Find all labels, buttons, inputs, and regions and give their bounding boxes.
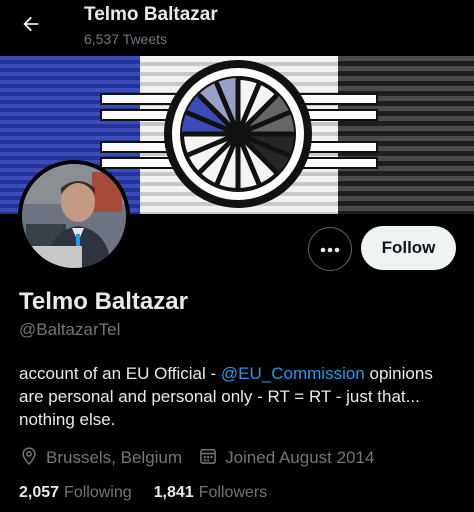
joined-item: Joined August 2014: [198, 446, 374, 471]
bio-text-prefix: account of an EU Official -: [19, 364, 221, 383]
profile-header-bar: Telmo Baltazar 6,537 Tweets: [0, 0, 474, 56]
tweet-count: 6,537 Tweets: [84, 31, 168, 47]
followers-link[interactable]: 1,841 Followers: [154, 484, 268, 502]
back-button[interactable]: [14, 9, 48, 43]
back-arrow-icon: [20, 13, 42, 40]
profile-page: Telmo Baltazar 6,537 Tweets Follow Telmo…: [0, 0, 474, 512]
follow-button[interactable]: Follow: [361, 226, 456, 270]
location-pin-icon: [19, 446, 46, 471]
bio-mention-link[interactable]: @EU_Commission: [221, 364, 365, 383]
profile-handle: @BaltazarTel: [19, 320, 121, 339]
profile-meta: Brussels, Belgium Joined August 2014: [19, 446, 374, 471]
avatar[interactable]: [18, 160, 130, 272]
following-label: Following: [64, 484, 132, 501]
calendar-icon: [198, 446, 225, 471]
following-count: 2,057: [19, 484, 60, 501]
location-item: Brussels, Belgium: [19, 446, 182, 471]
display-name: Telmo Baltazar: [19, 288, 188, 315]
profile-bio: account of an EU Official - @EU_Commissi…: [19, 362, 459, 431]
header-title: Telmo Baltazar: [84, 4, 218, 25]
follow-stats: 2,057 Following 1,841 Followers: [19, 482, 267, 504]
followers-count: 1,841: [153, 484, 194, 501]
followers-label: Followers: [198, 484, 268, 501]
following-link[interactable]: 2,057 Following: [19, 484, 132, 502]
joined-text: Joined August 2014: [225, 448, 375, 467]
more-icon: [320, 240, 340, 258]
more-options-button[interactable]: [308, 227, 352, 271]
location-text: Brussels, Belgium: [46, 448, 183, 467]
